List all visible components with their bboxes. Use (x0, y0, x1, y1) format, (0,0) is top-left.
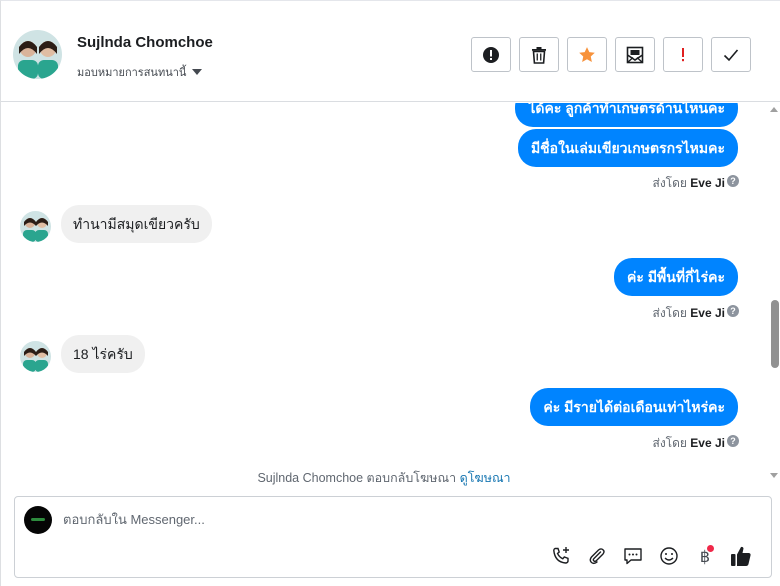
envelope-icon (626, 46, 644, 63)
page-avatar (24, 506, 52, 534)
mark-spam-button[interactable] (471, 37, 511, 72)
emoji-button[interactable] (651, 544, 687, 568)
saved-reply-button[interactable] (615, 544, 651, 568)
outgoing-message[interactable]: ได้คะ ลูกค้าทำเกษตรด้านไหนคะ (515, 103, 738, 127)
caret-down-icon (192, 69, 203, 75)
sent-by-prefix: ส่งโดย (652, 306, 687, 320)
outgoing-message[interactable]: มีชื่อในเล่มเขียวเกษตรกรไหมคะ (517, 129, 738, 167)
call-add-icon (553, 547, 569, 564)
contact-avatar-small (20, 341, 51, 372)
incoming-message[interactable]: 18 ไร่ครับ (61, 335, 145, 373)
scrollbar[interactable] (767, 103, 780, 488)
page-logo-mark (31, 518, 45, 521)
sent-by-label: ส่งโดย Eve Ji (653, 304, 726, 323)
sent-by-name: Eve Ji (690, 176, 725, 190)
conversation-actions (471, 37, 751, 72)
scroll-down-arrow-icon[interactable] (770, 473, 778, 478)
check-icon (723, 48, 739, 61)
conversation-header: Sujlnda Chomchoe มอบหมายการสนทนานี้ (1, 7, 780, 102)
paperclip-icon (589, 548, 605, 565)
mark-unread-button[interactable] (615, 37, 655, 72)
payment-button[interactable]: ฿ (687, 544, 723, 568)
scrollbar-thumb[interactable] (771, 300, 779, 368)
outgoing-message[interactable]: ค่ะ มีรายได้ต่อเดือนเท่าไหร่คะ (530, 388, 738, 426)
notification-dot (707, 545, 714, 552)
sent-by-name: Eve Ji (690, 306, 725, 320)
message-thread[interactable]: ได้คะ ลูกค้าทำเกษตรด้านไหนคะ มีชื่อในเล่… (1, 103, 767, 488)
assign-label: มอบหมายการสนทนานี้ (77, 67, 187, 79)
emoji-icon (660, 547, 678, 565)
reply-composer: ฿ (14, 496, 772, 578)
contact-name[interactable]: Sujlnda Chomchoe (77, 34, 213, 51)
assign-conversation-dropdown[interactable]: มอบหมายการสนทนานี้ (77, 63, 203, 81)
like-button[interactable] (723, 544, 759, 568)
call-add-button[interactable] (543, 544, 579, 568)
sent-by-label: ส่งโดย Eve Ji (653, 434, 726, 453)
mark-done-button[interactable] (711, 37, 751, 72)
contact-avatar[interactable] (13, 30, 62, 79)
thumbs-up-icon (731, 546, 751, 566)
scroll-up-arrow-icon[interactable] (770, 107, 778, 112)
alert-circle-icon (483, 46, 499, 63)
ad-reply-notice: Sujlnda Chomchoe ตอบกลับโฆษณา ดูโฆษณา (1, 468, 767, 488)
composer-tools: ฿ (543, 544, 759, 568)
help-icon[interactable]: ? (727, 175, 739, 187)
exclamation-icon (682, 47, 684, 61)
help-icon[interactable]: ? (727, 435, 739, 447)
attach-button[interactable] (579, 544, 615, 568)
follow-up-button[interactable] (663, 37, 703, 72)
view-ad-link[interactable]: ดูโฆษณา (460, 471, 511, 485)
incoming-message[interactable]: ทำนามีสมุดเขียวครับ (61, 205, 212, 243)
star-button[interactable] (567, 37, 607, 72)
sent-by-label: ส่งโดย Eve Ji (653, 174, 726, 193)
ad-reply-text: Sujlnda Chomchoe ตอบกลับโฆษณา (257, 471, 457, 485)
saved-reply-icon (624, 548, 642, 565)
trash-icon (532, 46, 546, 64)
reply-input[interactable] (63, 512, 663, 527)
conversation-panel: Sujlnda Chomchoe มอบหมายการสนทนานี้ ได้ค… (0, 0, 780, 586)
delete-button[interactable] (519, 37, 559, 72)
sent-by-prefix: ส่งโดย (652, 436, 687, 450)
sent-by-prefix: ส่งโดย (652, 176, 687, 190)
help-icon[interactable]: ? (727, 305, 739, 317)
sent-by-name: Eve Ji (690, 436, 725, 450)
star-icon (579, 46, 595, 62)
contact-avatar-small (20, 211, 51, 242)
outgoing-message[interactable]: ค่ะ มีพื้นที่กี่ไร่คะ (614, 258, 738, 296)
